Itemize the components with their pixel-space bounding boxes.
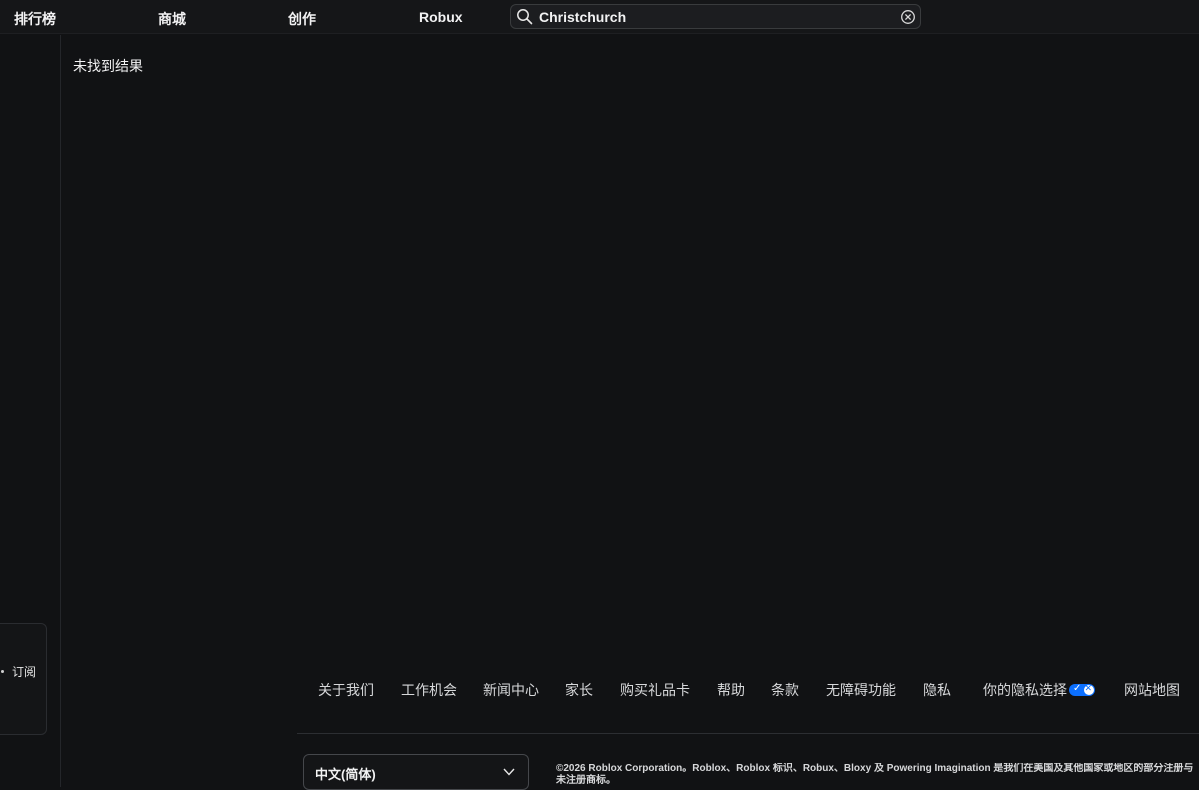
subscribe-label: 订阅: [12, 665, 37, 679]
search-icon: [517, 9, 533, 25]
top-navigation-bar: 排行榜 商城 创作 Robux: [0, 0, 1199, 34]
footer-link-terms[interactable]: 条款: [771, 680, 799, 700]
privacy-choices-icon: ✓ ✕: [1069, 683, 1095, 697]
nav-item-robux[interactable]: Robux: [419, 9, 463, 25]
left-sidebar: 订阅: [0, 35, 61, 787]
chevron-down-icon: [503, 768, 515, 776]
footer-link-parents[interactable]: 家长: [565, 680, 593, 700]
nav-item-charts[interactable]: 排行榜: [14, 9, 56, 29]
language-selected: 中文(简体): [315, 767, 376, 782]
nav-item-marketplace[interactable]: 商城: [158, 9, 186, 29]
subscribe-button[interactable]: 订阅: [0, 623, 47, 735]
footer-link-privacy[interactable]: 隐私: [923, 680, 951, 700]
privacy-choices-label: 你的隐私选择: [983, 682, 1067, 698]
footer-link-sitemap[interactable]: 网站地图: [1124, 680, 1180, 700]
footer-link-jobs[interactable]: 工作机会: [401, 680, 457, 700]
footer-link-press[interactable]: 新闻中心: [483, 680, 539, 700]
footer-links: 关于我们 工作机会 新闻中心 家长 购买礼品卡 帮助 条款 无障碍功能 隐私 你…: [0, 680, 1199, 700]
nav-item-create[interactable]: 创作: [288, 9, 316, 29]
copyright-text: ©2026 Roblox Corporation。Roblox、Roblox 标…: [556, 763, 1194, 786]
no-results-message: 未找到结果: [73, 58, 143, 74]
search-input[interactable]: [539, 7, 899, 26]
footer-link-accessibility[interactable]: 无障碍功能: [826, 680, 896, 700]
footer-link-privacy-choices[interactable]: 你的隐私选择 ✓ ✕: [983, 680, 1095, 700]
search-bar[interactable]: [510, 4, 921, 29]
footer-link-gift-cards[interactable]: 购买礼品卡: [620, 680, 690, 700]
premium-icon: [1, 670, 4, 673]
footer-divider: [297, 733, 1199, 734]
footer-link-help[interactable]: 帮助: [717, 680, 745, 700]
language-selector[interactable]: 中文(简体): [303, 754, 529, 790]
footer-link-about[interactable]: 关于我们: [318, 680, 374, 700]
clear-circle-icon[interactable]: [900, 9, 916, 25]
